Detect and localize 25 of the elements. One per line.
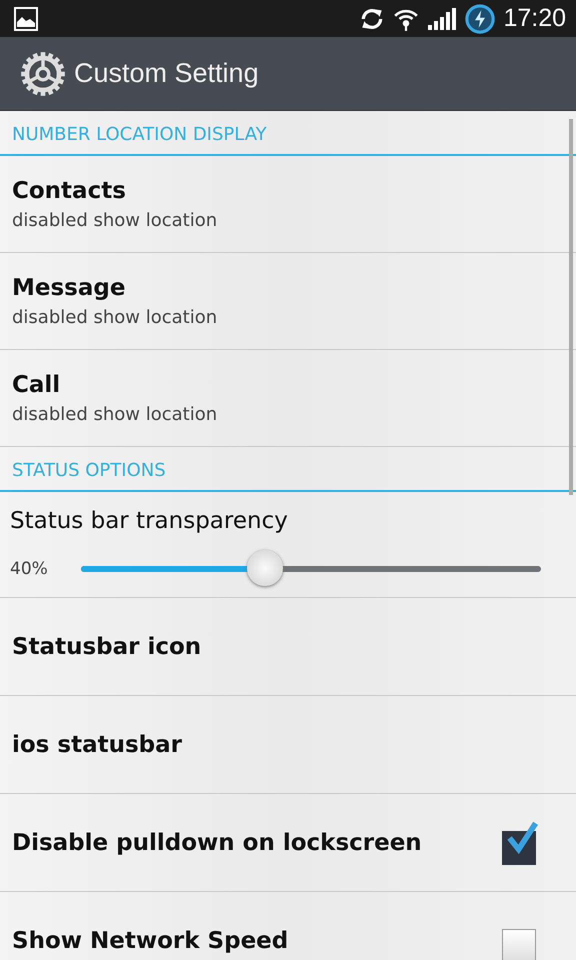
section-header: STATUS OPTIONS <box>0 447 576 492</box>
preference-title: Show Network Speed <box>12 928 288 954</box>
preference-summary: disabled show location <box>12 210 218 231</box>
slider-thumb[interactable] <box>247 550 283 586</box>
signal-icon <box>427 6 458 30</box>
preference-item[interactable]: Message disabled show location <box>0 253 576 350</box>
preference-item[interactable]: Statusbar icon <box>0 598 576 696</box>
preference-item[interactable]: ios statusbar <box>0 696 576 794</box>
screen-title: Custom Setting <box>74 58 259 89</box>
section-header: NUMBER LOCATION DISPLAY <box>0 111 576 156</box>
battery-charging-icon <box>465 4 496 34</box>
checkmark-icon <box>505 820 539 854</box>
image-icon <box>14 6 38 30</box>
preference-title: Disable pulldown on lockscreen <box>12 830 422 856</box>
preference-title: Contacts <box>12 178 127 204</box>
preference-summary: disabled show location <box>12 307 218 328</box>
gear-icon <box>20 50 66 96</box>
preference-summary: disabled show location <box>12 404 218 425</box>
preference-item[interactable]: Contacts disabled show location <box>0 156 576 253</box>
slider-value: 40% <box>10 559 49 579</box>
clock-time: 17:20 <box>503 4 566 33</box>
preference-title: Call <box>12 372 62 398</box>
preference-item[interactable]: Call disabled show location <box>0 350 576 447</box>
preference-title: Status bar transparency <box>10 508 289 534</box>
preference-title: Message <box>12 275 126 301</box>
